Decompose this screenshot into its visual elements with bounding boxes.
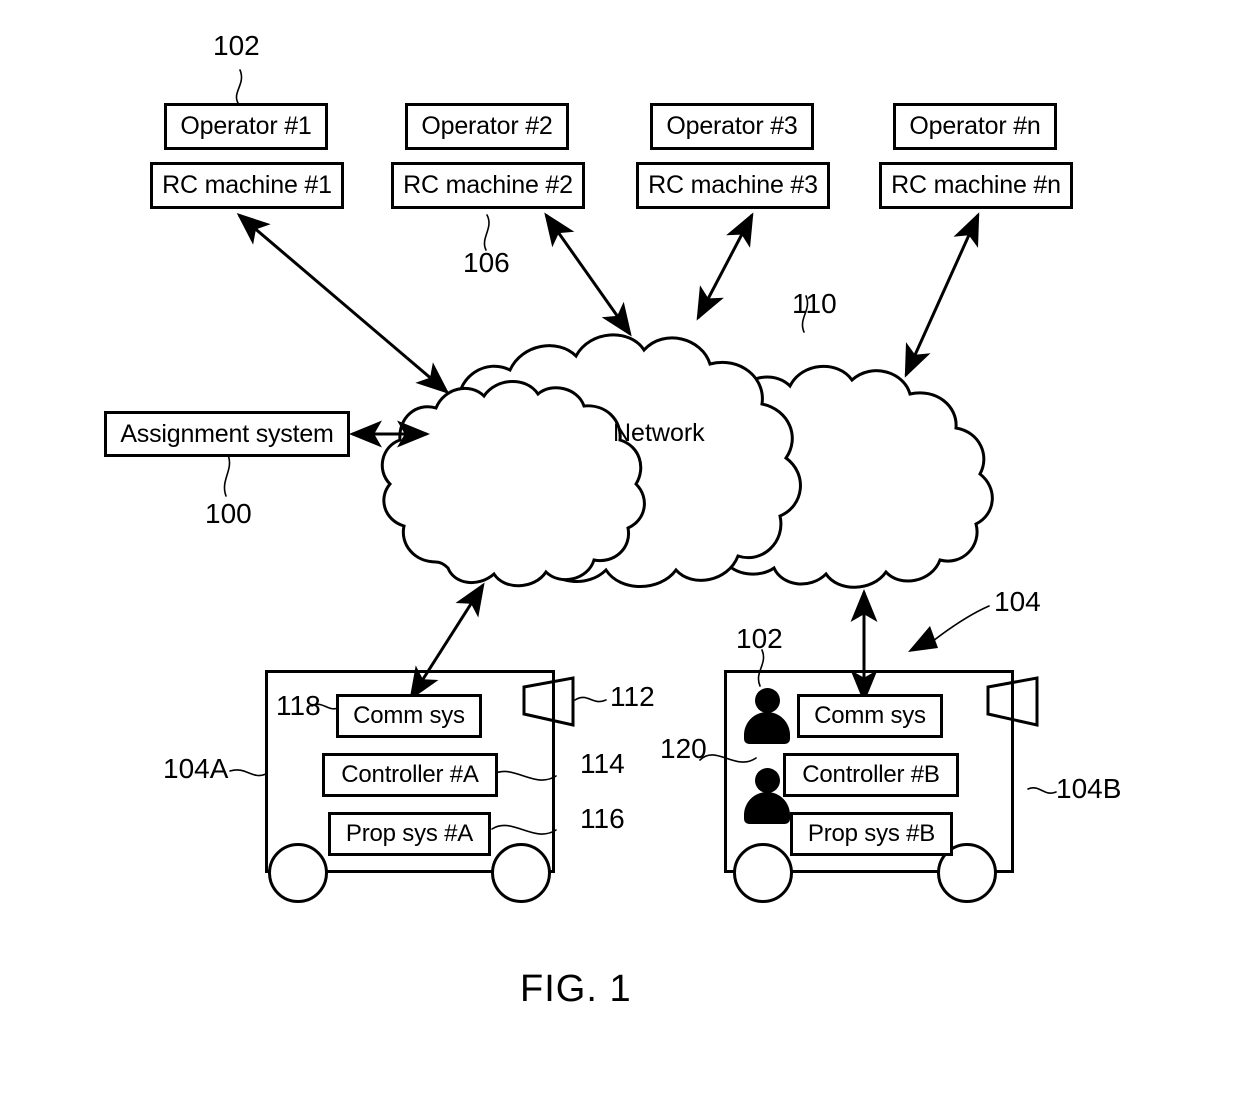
rc-machine-box-n[interactable]: RC machine #n (879, 162, 1073, 209)
rc-machine-box-2[interactable]: RC machine #2 (391, 162, 585, 209)
leader-104A (229, 769, 267, 777)
vehicle-b-comm-sys-box[interactable]: Comm sys (797, 694, 943, 738)
cloud-lobe-left (380, 380, 646, 588)
leader-112 (574, 696, 607, 703)
vehicle-a-wheel-rear (491, 843, 551, 903)
rc-machine-box-1-label: RC machine #1 (162, 171, 332, 199)
rc-machine-box-2-label: RC machine #2 (403, 171, 573, 199)
rc-machine-box-3-label: RC machine #3 (648, 171, 818, 199)
operator-box-1-label: Operator #1 (180, 112, 312, 140)
vehicle-a-controller-box[interactable]: Controller #A (322, 753, 498, 797)
link-cloud-rcn (904, 212, 980, 378)
vehicle-a-prop-sys-box[interactable]: Prop sys #A (328, 812, 491, 856)
vehicle-b-wheel-front (733, 843, 793, 903)
figure-caption: FIG. 1 (520, 968, 632, 1010)
ref-num-102-passenger: 102 (736, 623, 783, 654)
ref-num-102-operator: 102 (213, 30, 260, 61)
leader-106 (483, 214, 490, 251)
assignment-system-box[interactable]: Assignment system (104, 411, 350, 457)
vehicle-a-prop-sys-label: Prop sys #A (345, 820, 474, 847)
figure-canvas: Operator #1 RC machine #1 Operator #2 RC… (0, 0, 1240, 1103)
operator-box-3[interactable]: Operator #3 (650, 103, 814, 150)
vehicle-b-prop-sys-box[interactable]: Prop sys #B (790, 812, 953, 856)
rc-machine-box-3[interactable]: RC machine #3 (636, 162, 830, 209)
link-cloud-rc1 (236, 213, 450, 394)
leader-104-arrowhead (908, 626, 938, 652)
rc-machine-box-n-label: RC machine #n (891, 171, 1061, 199)
leader-100 (223, 454, 231, 497)
operator-box-2[interactable]: Operator #2 (405, 103, 569, 150)
vehicle-a-comm-sys-box[interactable]: Comm sys (336, 694, 482, 738)
network-cloud (380, 333, 994, 589)
ref-num-106: 106 (463, 247, 510, 278)
ref-num-104A: 104A (163, 753, 229, 784)
passenger-icon-1 (744, 688, 790, 744)
link-cloud-rc2 (544, 212, 632, 337)
network-label: Network (613, 419, 705, 447)
vehicle-a-controller-label: Controller #A (341, 761, 479, 788)
passenger-head-icon-2 (755, 768, 780, 793)
ref-num-104: 104 (994, 586, 1041, 617)
vehicle-a-wheel-front (268, 843, 328, 903)
ref-num-100: 100 (205, 498, 252, 529)
ref-num-118: 118 (276, 690, 321, 721)
operator-box-2-label: Operator #2 (421, 112, 553, 140)
ref-num-112: 112 (610, 681, 655, 712)
ref-num-104B: 104B (1056, 773, 1122, 804)
vehicle-a-comm-sys-label: Comm sys (353, 702, 465, 729)
operator-box-1[interactable]: Operator #1 (164, 103, 328, 150)
vehicle-b-controller-label: Controller #B (802, 761, 940, 788)
leader-102-top (235, 69, 243, 104)
link-cloud-rc3 (696, 212, 754, 321)
ref-num-110: 110 (792, 288, 837, 319)
ref-num-114: 114 (580, 748, 625, 779)
passenger-body-icon-1 (744, 712, 790, 744)
leader-104B (1027, 787, 1057, 794)
passenger-head-icon-1 (755, 688, 780, 713)
ref-num-116: 116 (580, 803, 625, 834)
operator-box-n-label: Operator #n (909, 112, 1041, 140)
vehicle-b-controller-box[interactable]: Controller #B (783, 753, 959, 797)
vehicle-b-comm-sys-label: Comm sys (814, 702, 926, 729)
vehicle-b-prop-sys-label: Prop sys #B (807, 820, 936, 847)
rc-machine-box-1[interactable]: RC machine #1 (150, 162, 344, 209)
operator-box-3-label: Operator #3 (666, 112, 798, 140)
operator-box-n[interactable]: Operator #n (893, 103, 1057, 150)
ref-num-120: 120 (660, 733, 707, 764)
assignment-system-label: Assignment system (120, 419, 334, 448)
